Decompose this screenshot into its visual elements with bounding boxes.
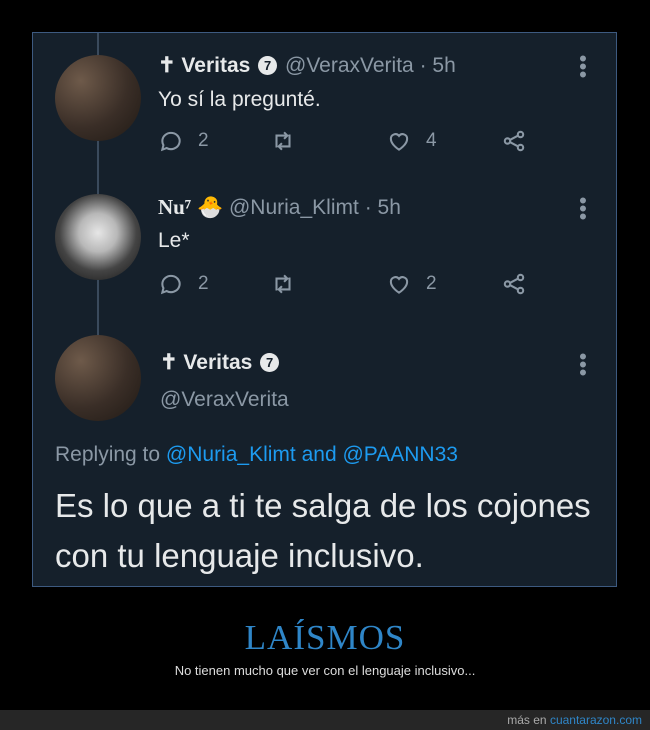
badge-icon: 7	[260, 353, 280, 372]
reply-count: 2	[198, 130, 209, 151]
reply-icon	[160, 131, 181, 152]
more-icon[interactable]: • • •	[576, 48, 590, 86]
retweet-icon	[275, 131, 291, 151]
replying-to: Replying to @Nuria_Klimt and @PAANN33	[55, 443, 458, 467]
share-button[interactable]	[501, 128, 527, 154]
display-name[interactable]: ✝ Veritas	[158, 54, 250, 77]
avatar[interactable]	[55, 335, 141, 421]
more-icon[interactable]: • • •	[576, 190, 590, 228]
reply-button[interactable]: 2	[158, 271, 209, 297]
username[interactable]: @VeraxVerita	[285, 54, 414, 77]
share-icon	[503, 130, 525, 152]
display-name[interactable]: ✝ Veritas	[160, 351, 252, 374]
tweet-actions: 2 2	[158, 271, 538, 301]
tweet-actions: 2 4	[158, 128, 538, 158]
reply-icon	[160, 274, 181, 295]
username[interactable]: @VeraxVerita	[160, 388, 289, 412]
like-icon	[389, 276, 409, 294]
mention-link[interactable]: @Nuria_Klimt	[166, 443, 296, 466]
timestamp[interactable]: · 5h	[420, 54, 456, 77]
avatar[interactable]	[55, 55, 141, 141]
like-button[interactable]: 4	[386, 128, 437, 154]
username[interactable]: @Nuria_Klimt	[229, 196, 359, 219]
mention-link[interactable]: @PAANN33	[342, 443, 457, 466]
display-name[interactable]: Nu⁷	[158, 195, 191, 219]
share-icon	[503, 273, 525, 295]
caption-title: LAÍSMOS	[244, 618, 406, 657]
site-link[interactable]: cuantarazon.com	[550, 713, 642, 727]
reply-count: 2	[198, 273, 209, 294]
replying-and: and	[295, 443, 343, 466]
tweet-header: ✝ Veritas 7 @VeraxVerita · 5h	[158, 53, 456, 78]
tweet-text: Es lo que a ti te salga de los cojones c…	[55, 487, 591, 574]
tweet-text: Le*	[158, 229, 190, 252]
footer-text: más en cuantarazon.com	[507, 713, 642, 727]
footer-bar: más en cuantarazon.com	[0, 710, 650, 730]
reply-button[interactable]: 2	[158, 128, 209, 154]
like-count: 4	[426, 130, 437, 151]
share-button[interactable]	[501, 271, 527, 297]
footer-prefix: más en	[507, 713, 550, 727]
retweet-button[interactable]	[270, 271, 296, 297]
timestamp[interactable]: · 5h	[365, 196, 401, 219]
chick-emoji-icon: 🐣	[196, 196, 224, 219]
more-icon[interactable]: • • •	[576, 346, 590, 384]
tweet-header: Nu⁷ 🐣 @Nuria_Klimt · 5h	[158, 195, 401, 220]
screenshot-frame: ✝ Veritas 7 @VeraxVerita · 5h • • • Yo sí …	[32, 32, 617, 587]
retweet-button[interactable]	[270, 128, 296, 154]
tweet-header: ✝ Veritas 7	[160, 350, 281, 375]
badge-icon: 7	[258, 56, 278, 75]
like-button[interactable]: 2	[386, 271, 437, 297]
like-count: 2	[426, 273, 437, 294]
avatar[interactable]	[55, 194, 141, 280]
retweet-icon	[275, 274, 291, 294]
like-icon	[389, 133, 409, 151]
replying-prefix: Replying to	[55, 443, 166, 466]
caption-subtitle: No tienen mucho que ver con el lenguaje …	[174, 663, 476, 678]
username-text: @VeraxVerita	[160, 388, 289, 411]
tweet-text: Yo sí la pregunté.	[158, 88, 321, 111]
